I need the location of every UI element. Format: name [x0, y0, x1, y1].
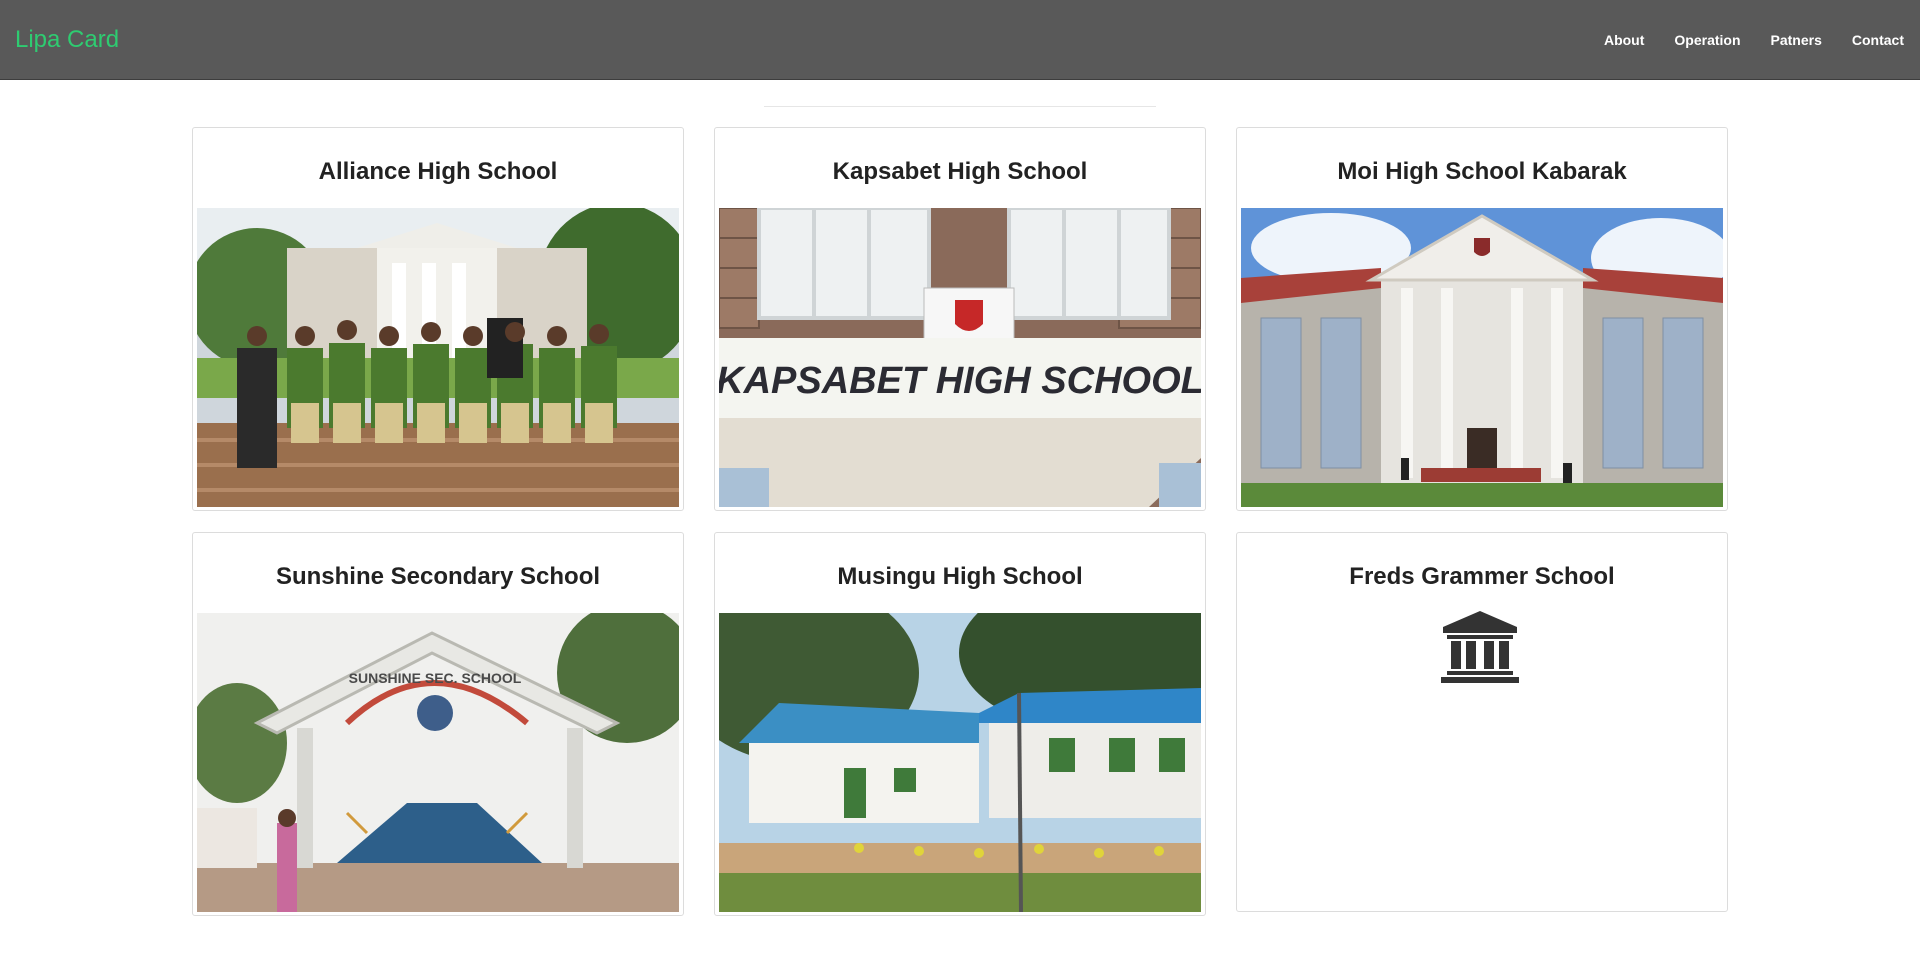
partner-card-moi-kabarak[interactable]: Moi High School Kabarak: [1236, 127, 1728, 511]
partner-name: Sunshine Secondary School: [275, 563, 601, 590]
partner-card-freds[interactable]: Freds Grammer School: [1236, 532, 1728, 912]
partner-photo-sunshine: SUNSHINE SEC. SCHOOL: [197, 613, 679, 912]
partner-name: Alliance High School: [318, 158, 558, 185]
partner-name: Freds Grammer School: [1349, 563, 1615, 590]
partner-photo-moi-kabarak: [1241, 208, 1723, 507]
nav-link-patners[interactable]: Patners: [1771, 32, 1822, 48]
partner-card-kapsabet[interactable]: Kapsabet High School KAPSABET HIGH SCHOO…: [714, 127, 1206, 511]
nav-link-contact[interactable]: Contact: [1852, 32, 1904, 48]
nav-links: About Operation Patners Contact: [1604, 32, 1904, 48]
partner-photo-alliance: [197, 208, 679, 507]
institution-icon: [1441, 611, 1519, 683]
nav-link-about[interactable]: About: [1604, 32, 1644, 48]
brand-logo-link[interactable]: Lipa Card: [15, 26, 119, 54]
partner-photo-musingu: [719, 613, 1201, 912]
partner-name: Kapsabet High School: [832, 158, 1088, 185]
partner-name: Moi High School Kabarak: [1337, 158, 1627, 185]
sunshine-arch-text: SUNSHINE SEC. SCHOOL: [349, 670, 522, 686]
partner-card-musingu[interactable]: Musingu High School: [714, 532, 1206, 916]
navbar: Lipa Card About Operation Patners Contac…: [0, 0, 1920, 80]
partner-photo-kapsabet: KAPSABET HIGH SCHOOL: [719, 208, 1201, 507]
partner-name: Musingu High School: [837, 563, 1083, 590]
kapsabet-sign-text: KAPSABET HIGH SCHOOL: [719, 360, 1201, 402]
title-divider: [764, 106, 1156, 107]
partner-card-alliance[interactable]: Alliance High School: [192, 127, 684, 511]
nav-link-operation[interactable]: Operation: [1674, 32, 1740, 48]
partner-card-sunshine[interactable]: Sunshine Secondary School SUNSHINE SEC. …: [192, 532, 684, 916]
